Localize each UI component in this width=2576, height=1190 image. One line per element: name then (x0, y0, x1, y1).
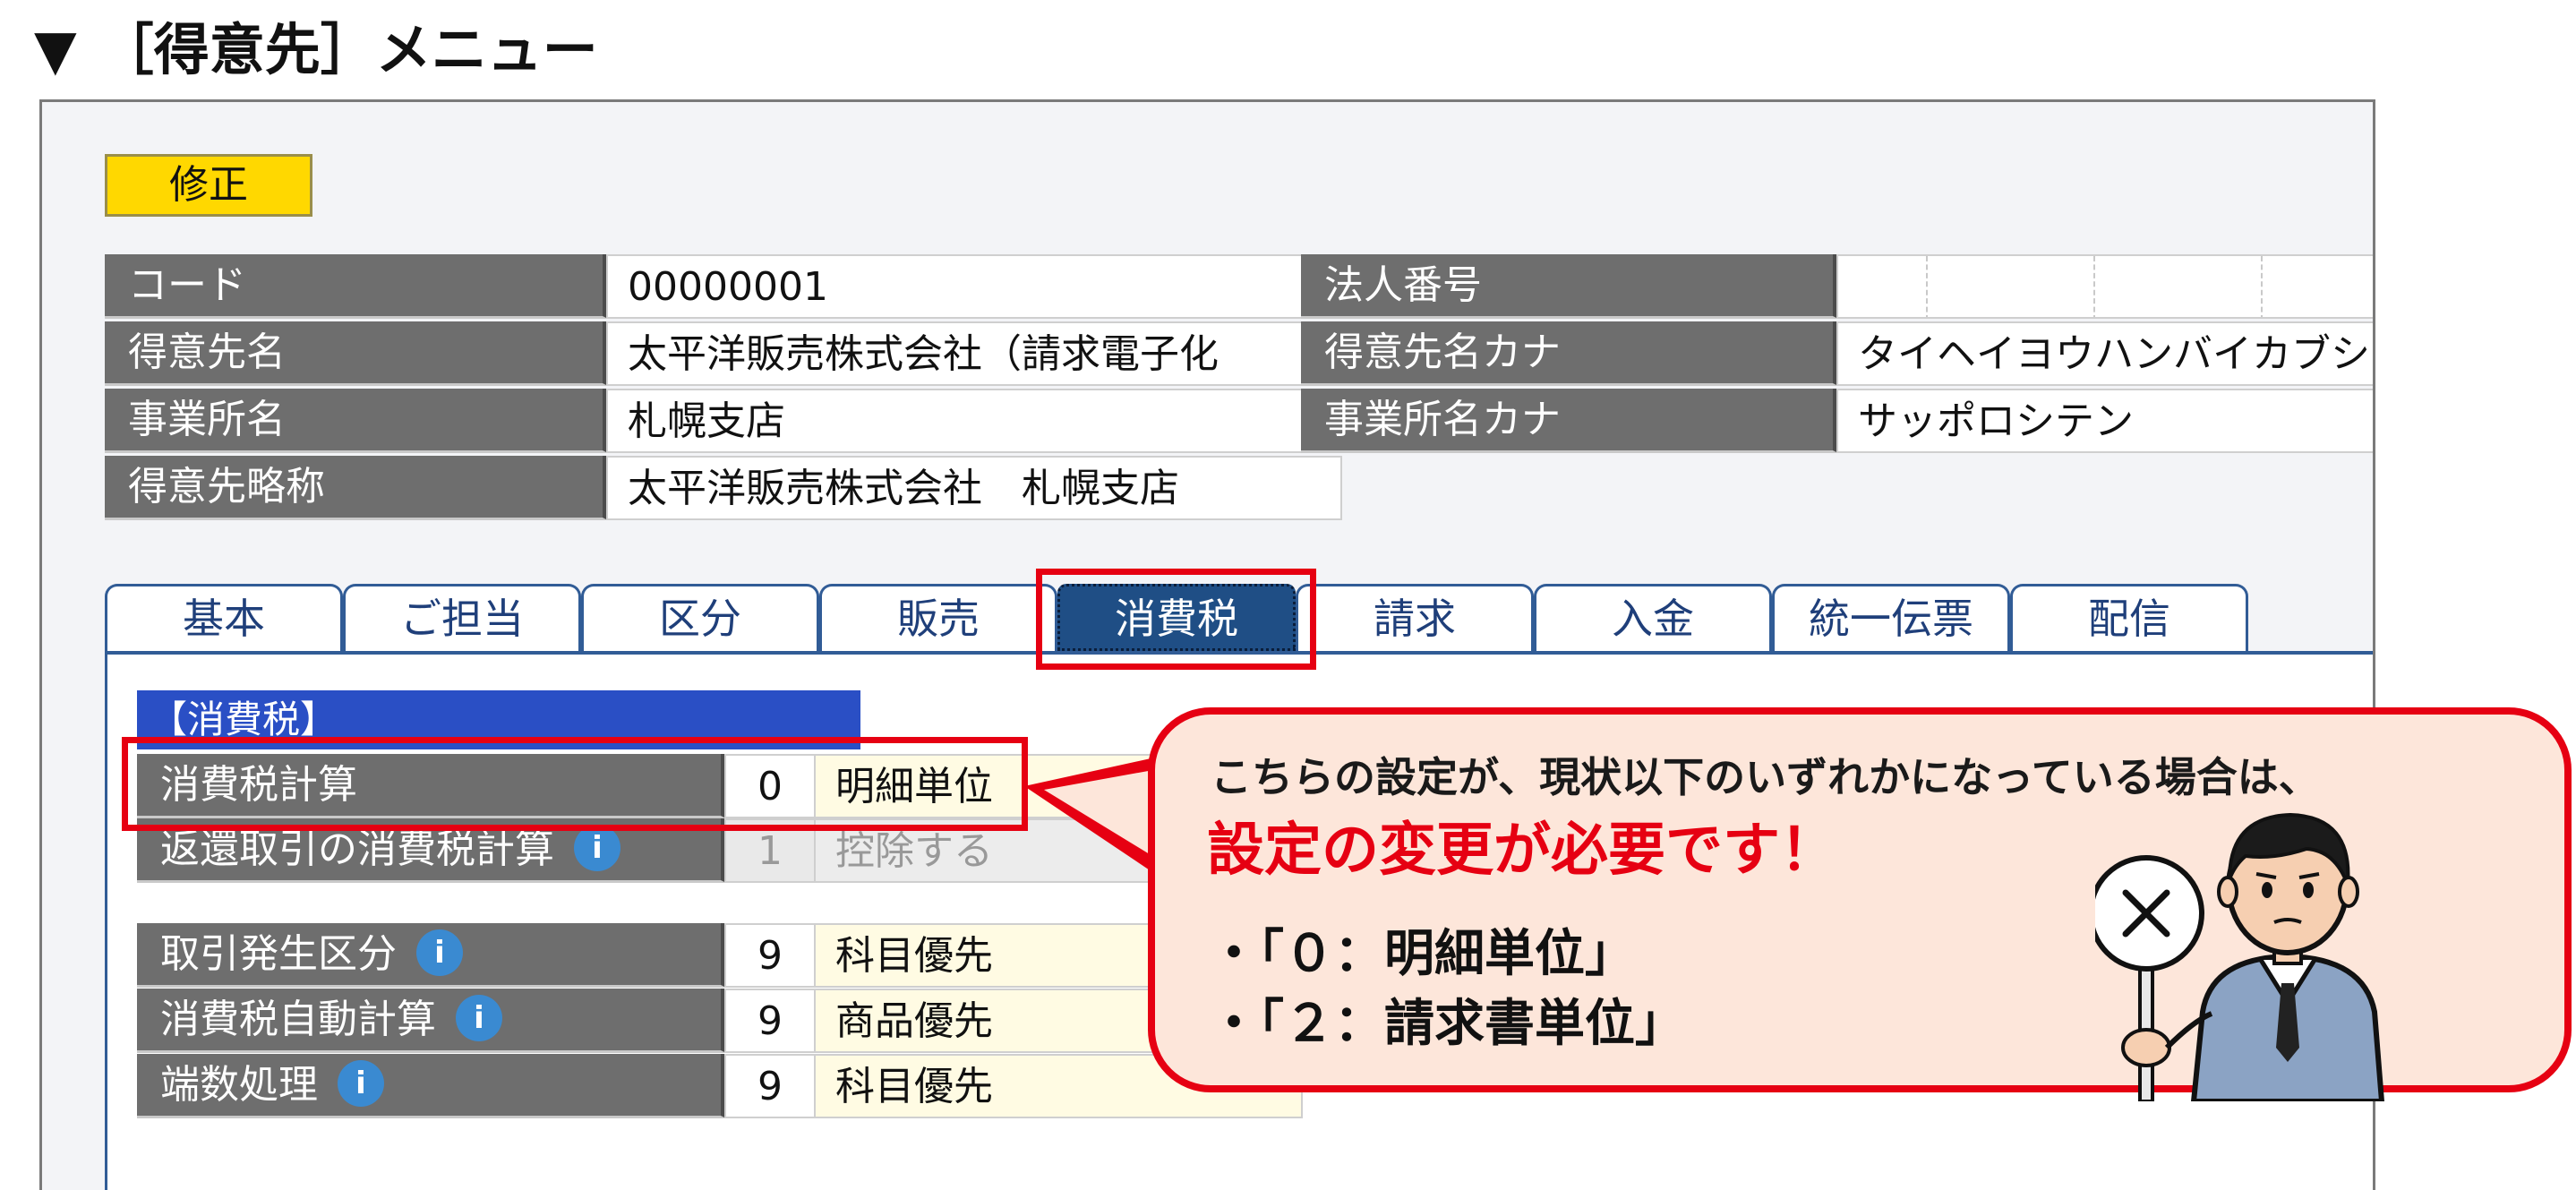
corporate-number-label: 法人番号 (1301, 254, 1838, 319)
code-field[interactable]: 00000001 (606, 254, 1342, 319)
no-sign-person-icon (2095, 812, 2385, 1101)
tab-basic[interactable]: 基本 (105, 584, 343, 651)
tab-delivery[interactable]: 配信 (2010, 584, 2248, 651)
tab-billing[interactable]: 請求 (1296, 584, 1534, 651)
auto-tax-calc-code-input[interactable]: 9 (724, 989, 816, 1053)
tax-calc-highlight-box (122, 737, 1028, 831)
tab-sales[interactable]: 販売 (819, 584, 1057, 651)
callout-item: ・「０：明細単位」 (1209, 925, 1635, 983)
tab-payment[interactable]: 入金 (1534, 584, 1772, 651)
tab-highlight-box (1036, 569, 1316, 670)
callout-item: ・「２：請求書単位」 (1209, 995, 1685, 1053)
customer-kana-field[interactable]: タイヘイヨウハンバイカブシ (1836, 321, 2373, 386)
rounding-label: 端数処理 i (137, 1054, 726, 1118)
rounding-code-input[interactable]: 9 (724, 1054, 816, 1118)
office-name-field[interactable]: 札幌支店 (606, 389, 1342, 453)
callout-bubble: こちらの設定が、現状以下のいずれかになっている場合は、 設定の変更が必要です！ … (1148, 707, 2572, 1101)
transaction-type-label: 取引発生区分 i (137, 923, 726, 988)
auto-tax-calc-label-text: 消費税自動計算 (160, 997, 436, 1042)
customer-kana-label: 得意先名カナ (1301, 321, 1838, 386)
code-label: コード (105, 254, 608, 319)
auto-tax-calc-label: 消費税自動計算 i (137, 989, 726, 1053)
corporate-number-segment (1838, 256, 1928, 317)
edit-button[interactable]: 修正 (105, 154, 312, 217)
triangle-marker: ▼ (34, 17, 77, 82)
info-icon[interactable]: i (416, 929, 463, 976)
corporate-number-field[interactable] (1836, 254, 2373, 319)
short-name-field[interactable]: 太平洋販売株式会社 札幌支店 (606, 456, 1342, 520)
customer-name-field[interactable]: 太平洋販売株式会社（請求電子化 (606, 321, 1342, 386)
transaction-type-code-input[interactable]: 9 (724, 923, 816, 988)
corporate-number-segment (1928, 256, 2095, 317)
tab-contact[interactable]: ご担当 (343, 584, 581, 651)
customer-name-label: 得意先名 (105, 321, 608, 386)
office-name-label: 事業所名 (105, 389, 608, 453)
rounding-label-text: 端数処理 (160, 1062, 318, 1108)
info-icon[interactable]: i (574, 825, 620, 871)
office-kana-field[interactable]: サッポロシテン (1836, 389, 2373, 453)
page-heading: ▼ ［得意先］メニュー (34, 13, 598, 88)
transaction-type-label-text: 取引発生区分 (160, 931, 397, 977)
tab-unified-slip[interactable]: 統一伝票 (1772, 584, 2010, 651)
corporate-number-segment (2095, 256, 2263, 317)
short-name-label: 得意先略称 (105, 456, 608, 520)
info-icon[interactable]: i (338, 1060, 384, 1107)
callout-text-emphasis: 設定の変更が必要です！ (1207, 818, 1837, 884)
info-icon[interactable]: i (456, 995, 502, 1041)
return-tax-calc-label-text: 返還取引の消費税計算 (160, 826, 554, 872)
page-title: ［得意先］メニュー (98, 17, 598, 82)
tab-category[interactable]: 区分 (581, 584, 819, 651)
office-kana-label: 事業所名カナ (1301, 389, 1838, 453)
